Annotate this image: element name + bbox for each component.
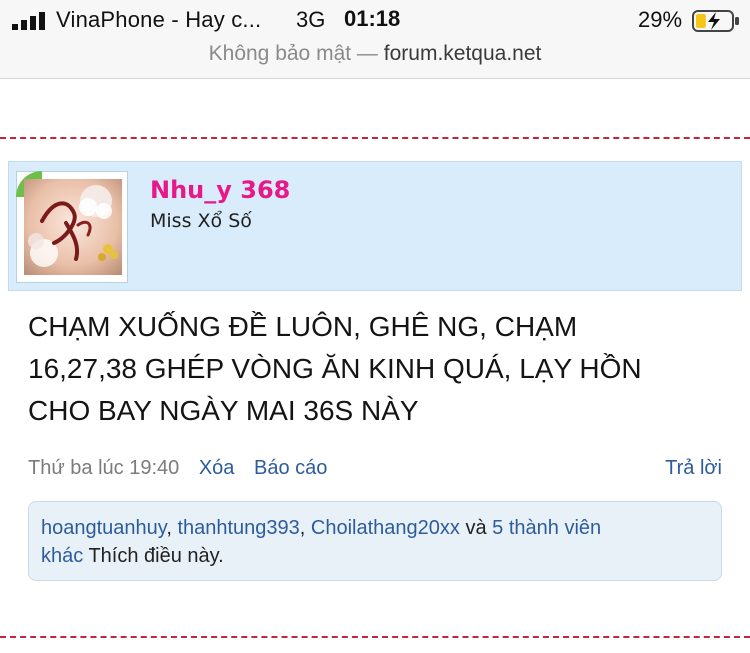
and-label: và — [465, 517, 487, 539]
post-divider-bottom — [0, 636, 750, 638]
separator: , — [166, 517, 172, 539]
post-message-line: 16,27,38 GHÉP VÒNG ĂN KINH QUÁ, LẠY HỒN — [28, 353, 642, 384]
other-likers-link-cont[interactable]: khác — [41, 545, 83, 567]
address-bar[interactable]: Không bảo mật — forum.ketqua.net — [0, 40, 750, 79]
carrier-name: VinaPhone - Hay c... — [56, 7, 262, 32]
post-message-line: CHO BAY NGÀY MAI 36S NÀY — [28, 395, 419, 426]
battery-charging-icon — [692, 10, 739, 32]
likes-summary: hoangtuanhuy, thanhtung393, Choilathang2… — [28, 501, 722, 581]
post-author-title: Miss Xổ Số — [150, 210, 252, 232]
likes-suffix: Thích điều này. — [88, 545, 224, 567]
clock: 01:18 — [344, 6, 401, 31]
post-divider-top — [0, 137, 750, 139]
separator: , — [299, 517, 306, 539]
battery-percentage: 29% — [638, 7, 683, 32]
other-likers-link[interactable]: 5 thành viên — [492, 517, 601, 539]
liker-link[interactable]: hoangtuanhuy — [41, 517, 166, 539]
signal-strength-icon — [12, 12, 45, 30]
post-author-username[interactable]: Nhu_y 368 — [150, 176, 290, 204]
network-type: 3G — [296, 7, 326, 32]
status-bar: VinaPhone - Hay c... 3G 01:18 29% — [0, 0, 750, 40]
liker-link[interactable]: Choilathang20xx — [311, 517, 460, 539]
domain-label: forum.ketqua.net — [383, 42, 542, 65]
post-message: CHẠM XUỐNG ĐỀ LUÔN, GHÊ NG, CHẠM 16,27,3… — [28, 306, 718, 432]
security-label: Không bảo mật — — [208, 42, 378, 65]
delete-link[interactable]: Xóa — [199, 457, 235, 479]
avatar[interactable] — [24, 179, 122, 275]
post-message-line: CHẠM XUỐNG ĐỀ LUÔN, GHÊ NG, CHẠM — [28, 311, 578, 342]
liker-link[interactable]: thanhtung393 — [177, 517, 299, 539]
post-date[interactable]: Thứ ba lúc 19:40 — [28, 457, 179, 479]
address-text[interactable]: Không bảo mật — forum.ketqua.net — [0, 40, 750, 68]
reply-link[interactable]: Trả lời — [665, 454, 722, 482]
report-link[interactable]: Báo cáo — [254, 457, 327, 479]
post-meta: Thứ ba lúc 19:40 Xóa Báo cáo Trả lời — [28, 454, 722, 482]
